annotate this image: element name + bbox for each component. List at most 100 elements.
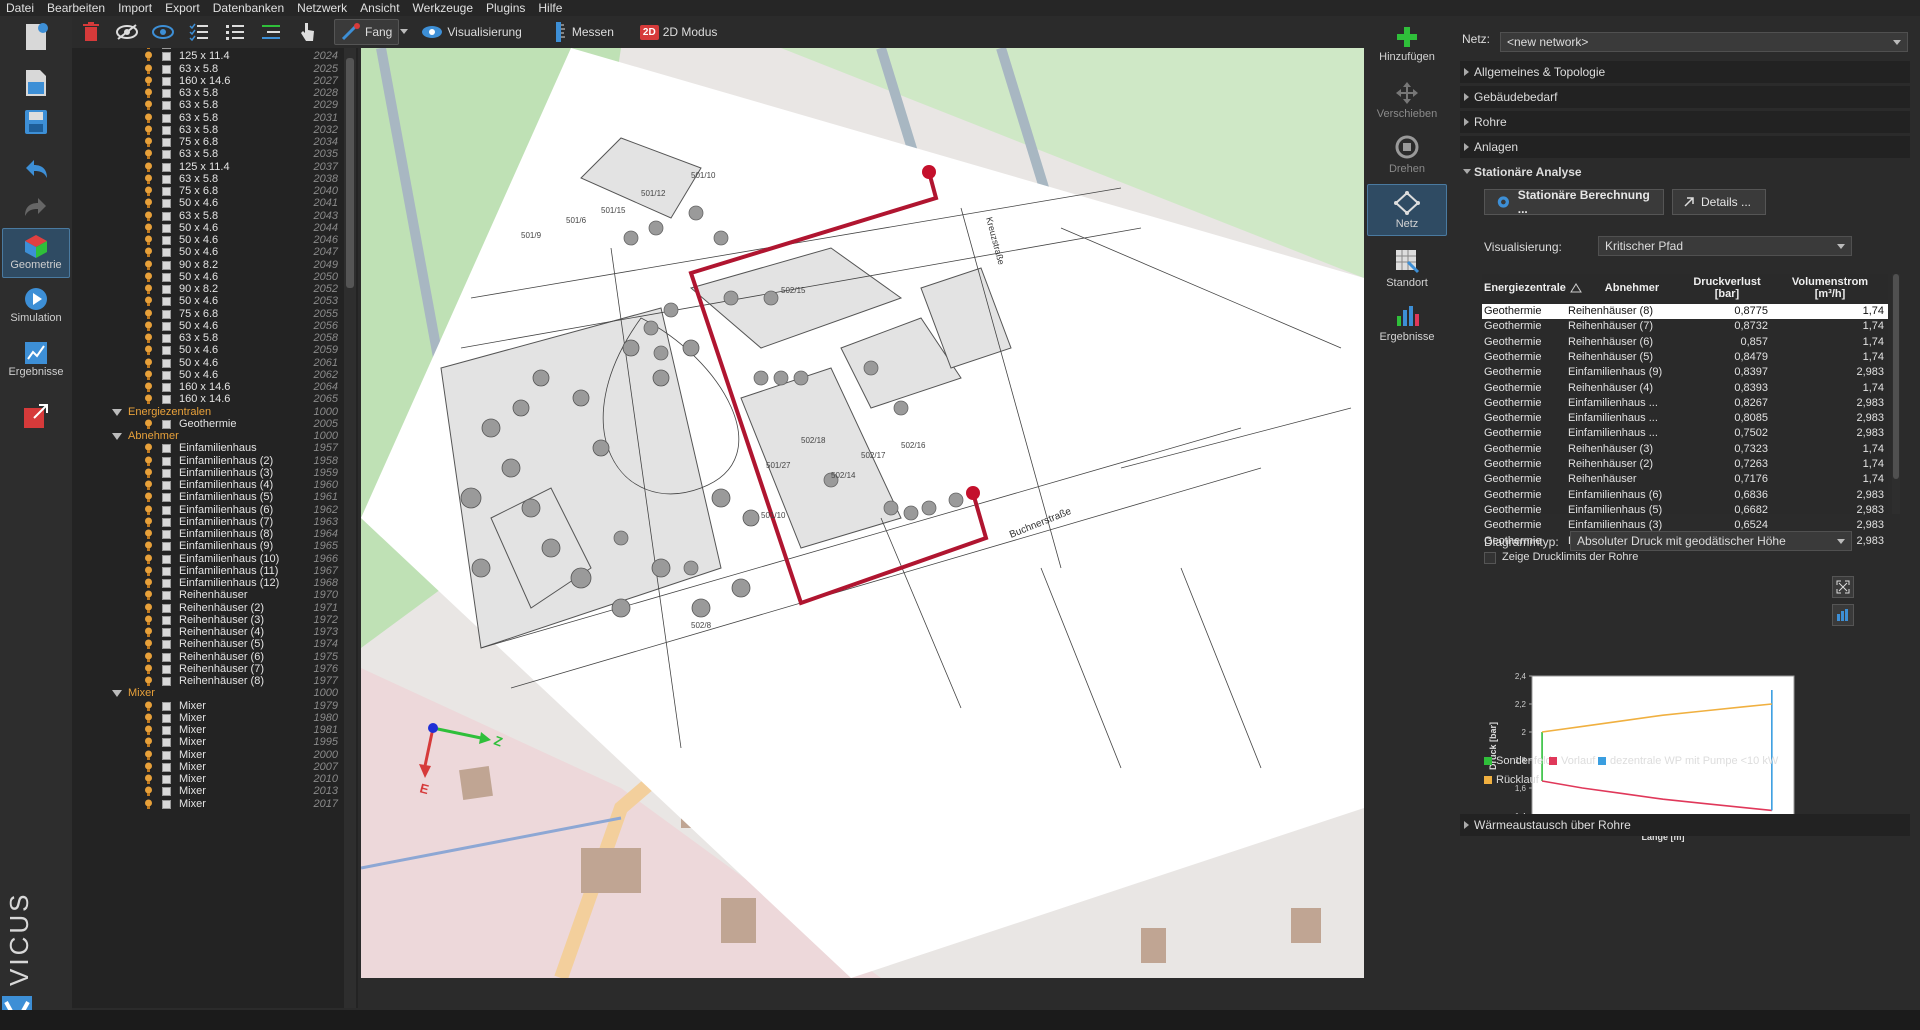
selection-checkbox[interactable] <box>162 113 171 123</box>
selection-checkbox[interactable] <box>162 615 171 625</box>
selection-checkbox[interactable] <box>162 125 171 135</box>
table-row[interactable]: Geothermie Reihenhäuser (6) 0,857 1,74 <box>1482 335 1888 350</box>
menu-plugins[interactable]: Plugins <box>486 0 525 16</box>
selection-checkbox[interactable] <box>162 775 171 784</box>
critical-path-table[interactable]: Energiezentrale Abnehmer Druckverlust [b… <box>1482 274 1888 547</box>
section-gebaeudebedarf[interactable]: Gebäudebedarf <box>1460 86 1910 108</box>
table-row[interactable]: Geothermie Reihenhäuser 0,7176 1,74 <box>1482 472 1888 487</box>
selection-checkbox[interactable] <box>162 223 171 233</box>
section-allgemeines[interactable]: Allgemeines & Topologie <box>1460 61 1910 83</box>
snap-dropdown[interactable] <box>399 19 409 45</box>
tree-item-mixer[interactable]: Mixer 2017 <box>72 797 344 812</box>
selection-checkbox[interactable] <box>162 162 171 172</box>
table-row[interactable]: Geothermie Reihenhäuser (7) 0,8732 1,74 <box>1482 319 1888 334</box>
table-row[interactable]: Geothermie Einfamilienhaus ... 0,8267 2,983 <box>1482 396 1888 411</box>
menu-import[interactable]: Import <box>118 0 152 16</box>
list-button[interactable] <box>220 19 250 45</box>
table-row[interactable]: Geothermie Reihenhäuser (3) 0,7323 1,74 <box>1482 442 1888 457</box>
section-rohre[interactable]: Rohre <box>1460 111 1910 133</box>
selection-checkbox[interactable] <box>162 89 171 98</box>
selection-checkbox[interactable] <box>162 383 171 392</box>
tree-scrollbar-thumb[interactable] <box>346 58 354 288</box>
new-file-button[interactable] <box>2 22 70 56</box>
expand-arrow-icon[interactable] <box>112 408 122 416</box>
col-header-energiezentrale[interactable]: Energiezentrale <box>1482 274 1582 302</box>
details-button[interactable]: Details ... <box>1672 189 1766 215</box>
open-file-button[interactable] <box>2 68 70 102</box>
export-button[interactable] <box>2 402 70 436</box>
selection-checkbox[interactable] <box>162 211 171 221</box>
selection-checkbox[interactable] <box>162 591 171 601</box>
selection-checkbox[interactable] <box>162 285 171 294</box>
selection-checkbox[interactable] <box>162 334 171 343</box>
selection-checkbox[interactable] <box>162 236 171 245</box>
visualisierung-button[interactable]: Visualisierung <box>415 19 528 45</box>
selection-checkbox[interactable] <box>162 248 171 258</box>
expand-arrow-icon[interactable] <box>112 433 122 440</box>
selection-checkbox[interactable] <box>162 297 171 307</box>
selection-checkbox[interactable] <box>162 138 171 147</box>
snap-toggle[interactable]: Fang <box>334 19 400 45</box>
mode-2d-button[interactable]: 2D 2D Modus <box>634 19 724 45</box>
selection-checkbox[interactable] <box>162 52 171 62</box>
selection-checkbox[interactable] <box>162 309 171 319</box>
pointer-button[interactable] <box>292 19 322 45</box>
stationary-calc-button[interactable]: Stationäre Berechnung ... <box>1484 188 1664 216</box>
selection-checkbox[interactable] <box>162 456 171 466</box>
table-row[interactable]: Geothermie Einfamilienhaus ... 0,7502 2,983 <box>1482 426 1888 441</box>
scene-viewport[interactable]: Buchnerstraße Kreuzstraße 501/10 501/12 … <box>361 48 1364 978</box>
selection-checkbox[interactable] <box>162 664 171 674</box>
selection-checkbox[interactable] <box>162 444 171 454</box>
selection-checkbox[interactable] <box>162 579 171 588</box>
table-row[interactable]: Geothermie Reihenhäuser (2) 0,7263 1,74 <box>1482 457 1888 472</box>
section-waermeaustausch[interactable]: Wärmeaustausch über Rohre <box>1460 814 1910 836</box>
undo-button[interactable] <box>2 158 70 188</box>
tree-scrollbar[interactable] <box>344 48 356 1008</box>
table-scrollbar[interactable] <box>1892 274 1900 514</box>
menu-datenbanken[interactable]: Datenbanken <box>213 0 284 16</box>
chart-settings-button[interactable] <box>1832 604 1854 626</box>
nav-ergebnisse[interactable]: Ergebnisse <box>2 336 70 386</box>
expand-chart-button[interactable] <box>1832 576 1854 598</box>
table-scrollbar-thumb[interactable] <box>1893 274 1899 479</box>
selection-checkbox[interactable] <box>162 174 171 184</box>
nav-simulation[interactable]: Simulation <box>2 282 70 332</box>
selection-checkbox[interactable] <box>162 542 171 552</box>
selection-checkbox[interactable] <box>162 566 171 576</box>
show-button[interactable] <box>148 19 178 45</box>
table-row[interactable]: Geothermie Einfamilienhaus ... 0,8085 2,983 <box>1482 411 1888 426</box>
selection-checkbox[interactable] <box>162 640 171 650</box>
selection-checkbox[interactable] <box>162 199 171 209</box>
selection-checkbox[interactable] <box>162 260 171 270</box>
selection-checkbox[interactable] <box>162 750 171 760</box>
selection-checkbox[interactable] <box>162 738 171 748</box>
measure-button[interactable]: Messen <box>544 19 620 45</box>
table-row[interactable]: Geothermie Reihenhäuser (8) 0,8775 1,74 <box>1482 304 1888 319</box>
menu-export[interactable]: Export <box>165 0 200 16</box>
selection-checkbox[interactable] <box>162 321 171 331</box>
selection-checkbox[interactable] <box>162 713 171 723</box>
selection-checkbox[interactable] <box>162 517 171 527</box>
visibility-bulb-icon[interactable] <box>144 799 153 810</box>
rotate-button[interactable]: Drehen <box>1367 126 1447 182</box>
selection-checkbox[interactable] <box>162 530 171 539</box>
selection-checkbox[interactable] <box>162 787 171 797</box>
location-button[interactable]: Standort <box>1367 240 1447 296</box>
delete-button[interactable] <box>76 19 106 45</box>
col-header-abnehmer[interactable]: Abnehmer <box>1582 274 1682 302</box>
selection-checkbox[interactable] <box>162 505 171 515</box>
selection-checkbox[interactable] <box>162 64 171 74</box>
object-tree[interactable]: 63 x 5.82022125 x 11.4202463 x 5.8202516… <box>72 48 358 1008</box>
selection-checkbox[interactable] <box>162 799 171 809</box>
table-row[interactable]: Geothermie Einfamilienhaus (9) 0,8397 2,983 <box>1482 365 1888 380</box>
selection-checkbox[interactable] <box>162 493 171 503</box>
menu-netzwerk[interactable]: Netzwerk <box>297 0 347 16</box>
table-row[interactable]: Geothermie Reihenhäuser (5) 0,8479 1,74 <box>1482 350 1888 365</box>
pressure-limits-checkbox[interactable] <box>1484 552 1496 564</box>
selection-checkbox[interactable] <box>162 554 171 564</box>
deselect-button[interactable] <box>256 19 286 45</box>
expand-arrow-icon[interactable] <box>112 690 122 698</box>
menu-datei[interactable]: Datei <box>6 0 34 16</box>
hide-button[interactable] <box>112 19 142 45</box>
selection-checkbox[interactable] <box>162 187 171 196</box>
